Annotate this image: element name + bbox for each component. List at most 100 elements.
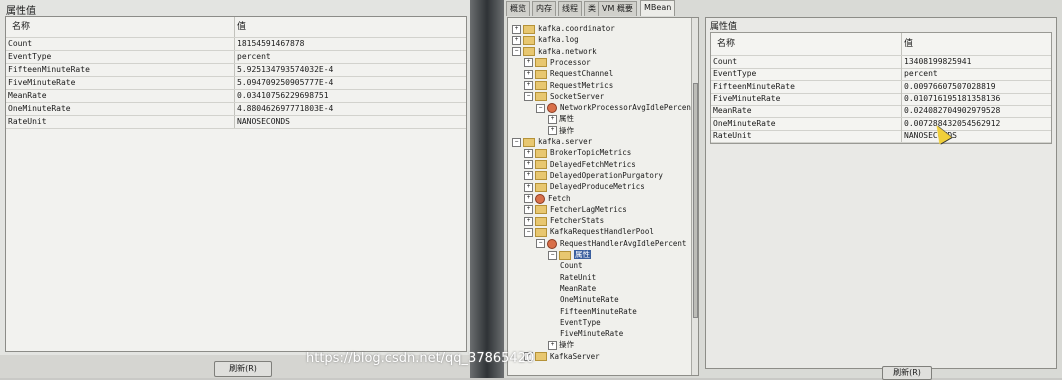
name-column-header[interactable]: 名称 <box>717 33 735 55</box>
tree-node-label: MeanRate <box>560 283 597 293</box>
collapse-icon[interactable]: − <box>548 250 557 260</box>
tree-node[interactable]: + kafka.coordinator <box>512 23 615 34</box>
expand-icon[interactable]: + <box>548 114 557 124</box>
tree-node[interactable]: − RequestHandlerAvgIdlePercent <box>536 238 686 249</box>
tree-node[interactable]: + FetcherLagMetrics <box>524 204 627 215</box>
tree-node[interactable]: + FetcherStats <box>524 215 604 226</box>
tree-node[interactable]: + DelayedProduceMetrics <box>524 181 645 192</box>
tree-node[interactable]: + RequestChannel <box>524 68 613 79</box>
tree-node[interactable]: + BrokerTopicMetrics <box>524 147 631 158</box>
mbean-icon <box>547 238 557 249</box>
tree-node[interactable]: + kafka.log <box>512 34 579 45</box>
table-row[interactable]: RateUnit NANOSECONDS <box>6 116 466 129</box>
expand-icon[interactable]: + <box>548 126 557 136</box>
tree-node[interactable]: + Processor <box>524 57 591 68</box>
expand-icon[interactable]: + <box>524 160 533 170</box>
tab-2[interactable]: 线程 <box>558 1 582 16</box>
table-row[interactable]: FiveMinuteRate 5.094709250905777E-4 <box>6 77 466 90</box>
tree-node[interactable]: OneMinuteRate <box>560 294 619 305</box>
attribute-name: FiveMinuteRate <box>8 78 76 87</box>
attribute-name: OneMinuteRate <box>713 118 776 128</box>
attribute-value: 5.094709250905777E-4 <box>234 77 333 89</box>
tree-node[interactable]: + 操作 <box>548 125 574 136</box>
tree-scrollbar[interactable] <box>691 18 698 375</box>
attribute-value: 0.024082704902979528 <box>901 105 1000 118</box>
folder-icon <box>535 205 547 215</box>
tree-node-label: SocketServer <box>550 91 605 101</box>
tree-node[interactable]: + Fetch <box>524 193 571 204</box>
attribute-value: percent <box>234 51 271 63</box>
tab-1[interactable]: 内存 <box>532 1 556 16</box>
table-row[interactable]: EventType percent <box>6 51 466 64</box>
expand-icon[interactable]: + <box>524 69 533 79</box>
table-row[interactable]: RateUnit NANOSECONDS <box>711 129 1051 143</box>
tab-4[interactable]: VM 概要 <box>598 1 637 16</box>
tree-node[interactable]: MeanRate <box>560 283 596 294</box>
tree-node-label: 操作 <box>559 125 574 135</box>
tree-node-label: FetcherLagMetrics <box>550 204 627 214</box>
left-refresh-button[interactable]: 刷新(R) <box>214 361 272 377</box>
attribute-value: 0.00976607507028819 <box>901 80 996 93</box>
expand-icon[interactable]: + <box>512 35 521 45</box>
tree-scroll-thumb[interactable] <box>693 83 698 318</box>
folder-icon <box>535 216 547 226</box>
tree-node[interactable]: RateUnit <box>560 272 596 283</box>
expand-icon[interactable]: + <box>524 216 533 226</box>
tree-node[interactable]: − kafka.server <box>512 136 592 147</box>
tree-node[interactable]: + DelayedOperationPurgatory <box>524 170 663 181</box>
table-row[interactable]: OneMinuteRate 0.007288432054562912 <box>711 117 1051 131</box>
collapse-icon[interactable]: − <box>512 137 521 147</box>
tree-node-label: RateUnit <box>560 272 597 282</box>
expand-icon[interactable]: + <box>524 194 533 203</box>
table-row[interactable]: FifteenMinuteRate 5.925134793574032E-4 <box>6 64 466 77</box>
left-attribute-window: 属性值 名称 值 Count 18154591467878 EventType per… <box>0 0 470 378</box>
tree-node[interactable]: + KafkaServer <box>524 351 600 362</box>
tab-0[interactable]: 概览 <box>506 1 530 16</box>
folder-icon <box>559 250 571 260</box>
table-row[interactable]: Count 18154591467878 <box>6 38 466 51</box>
tree-node[interactable]: EventType <box>560 317 601 328</box>
table-row[interactable]: Count 13408199825941 <box>711 56 1051 69</box>
tree-node[interactable]: − KafkaRequestHandlerPool <box>524 226 654 237</box>
attribute-name: FiveMinuteRate <box>713 93 781 103</box>
expand-icon[interactable]: + <box>512 24 521 34</box>
collapse-icon[interactable]: − <box>512 47 521 57</box>
tree-node[interactable]: + RequestMetrics <box>524 80 613 91</box>
tree-node[interactable]: − 属性 <box>548 249 591 260</box>
tree-node[interactable]: + 操作 <box>548 339 574 350</box>
table-row[interactable]: FiveMinuteRate 0.010716195181358136 <box>711 92 1051 106</box>
expand-icon[interactable]: + <box>524 148 533 158</box>
tree-node[interactable]: FiveMinuteRate <box>560 328 623 339</box>
attribute-name: MeanRate <box>8 91 47 100</box>
table-row[interactable]: MeanRate 0.024082704902979528 <box>711 105 1051 119</box>
tree-node[interactable]: FifteenMinuteRate <box>560 306 637 317</box>
value-column-header[interactable]: 值 <box>234 17 246 37</box>
tree-node[interactable]: + 属性 <box>548 113 574 124</box>
tree-node[interactable]: − kafka.network <box>512 46 597 57</box>
tree-node[interactable]: + DelayedFetchMetrics <box>524 159 636 170</box>
expand-icon[interactable]: + <box>524 182 533 192</box>
expand-icon[interactable]: + <box>524 205 533 215</box>
attribute-name: Count <box>713 57 738 66</box>
expand-icon[interactable]: + <box>548 340 557 350</box>
tree-node[interactable]: − SocketServer <box>524 91 604 102</box>
tree-node-label: DelayedProduceMetrics <box>550 182 645 192</box>
tree-node[interactable]: Count <box>560 260 583 271</box>
table-row[interactable]: FifteenMinuteRate 0.00976607507028819 <box>711 80 1051 94</box>
name-column-header[interactable]: 名称 <box>12 17 30 37</box>
tab-5[interactable]: MBean <box>640 0 676 16</box>
table-row[interactable]: EventType percent <box>711 68 1051 82</box>
collapse-icon[interactable]: − <box>536 239 545 249</box>
attribute-name: FifteenMinuteRate <box>8 65 90 74</box>
value-column-header[interactable]: 值 <box>901 33 913 55</box>
attribute-value: 13408199825941 <box>901 56 971 68</box>
collapse-icon[interactable]: − <box>536 103 545 113</box>
table-row[interactable]: MeanRate 0.03410756229698751 <box>6 90 466 103</box>
expand-icon[interactable]: + <box>524 58 533 68</box>
table-row[interactable]: OneMinuteRate 4.880462697771803E-4 <box>6 103 466 116</box>
tree-node[interactable]: − NetworkProcessorAvgIdlePercent <box>536 102 695 114</box>
collapse-icon[interactable]: − <box>524 92 533 102</box>
expand-icon[interactable]: + <box>524 171 533 181</box>
collapse-icon[interactable]: − <box>524 227 533 237</box>
expand-icon[interactable]: + <box>524 81 533 90</box>
